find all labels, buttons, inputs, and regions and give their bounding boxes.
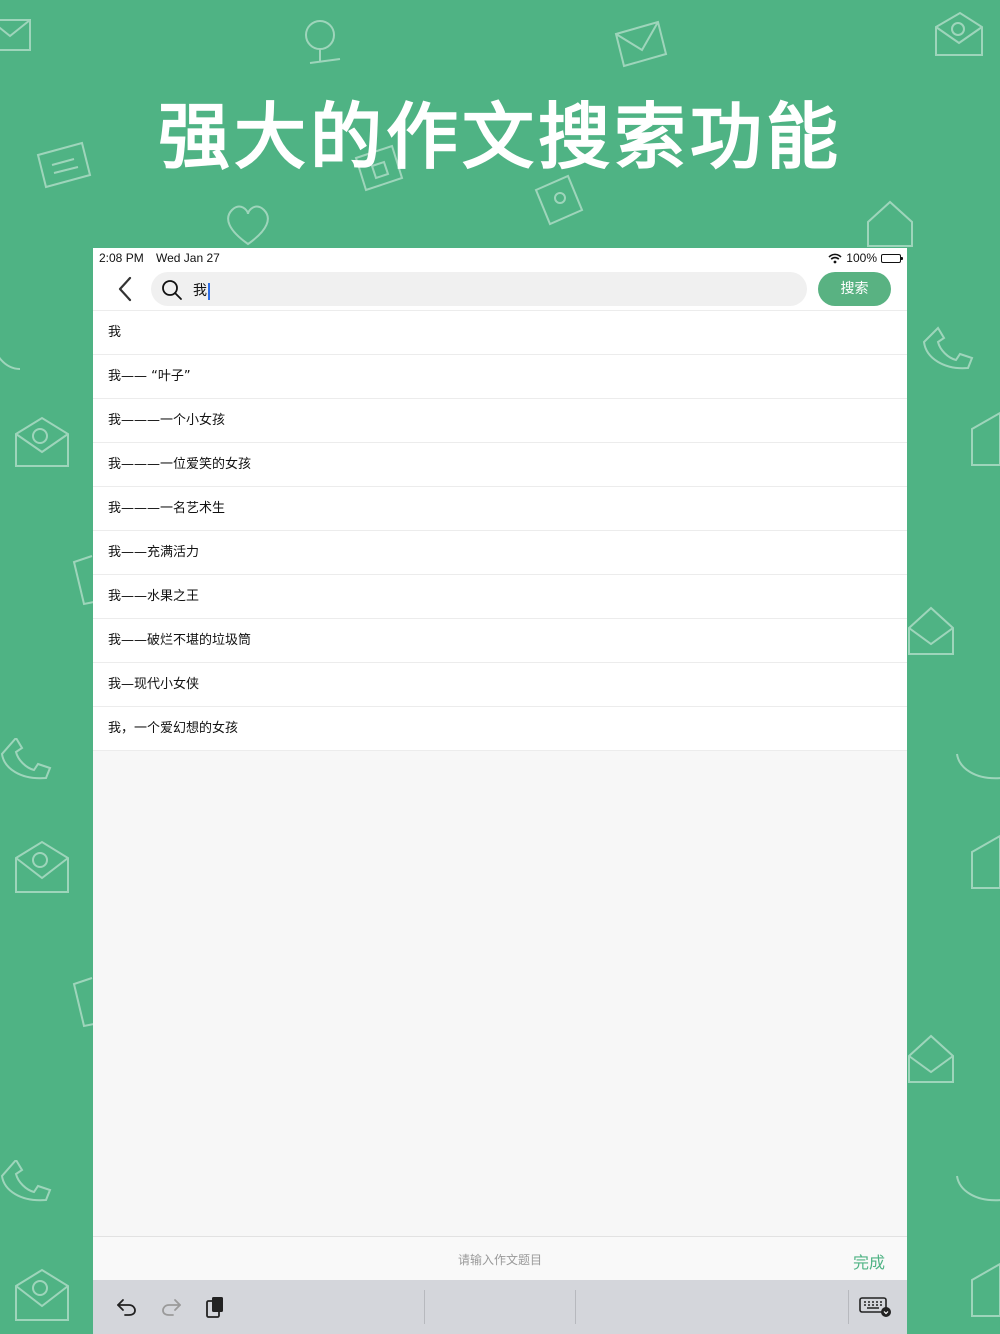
keyboard-accessory-bar: 请输入作文题目 完成 [93,1236,907,1281]
device-screen: 2:08 PM Wed Jan 27 100% 我 搜索 我我—— “叶子” 我… [93,248,907,1334]
promo-headline: 强大的作文搜索功能 [157,95,842,179]
mail-at-icon [15,416,69,467]
suggestion-item[interactable]: 我——水果之王 [93,574,907,618]
suggestion-item[interactable]: 我——破烂不堪的垃圾筒 [93,618,907,662]
suggestion-item[interactable]: 我———一位爱笑的女孩 [93,442,907,486]
redo-icon [162,1299,181,1316]
status-time: 2:08 PM [99,251,144,265]
status-date: Wed Jan 27 [156,251,220,265]
envelope-icon [0,19,31,51]
suggestion-item[interactable]: 我 [93,310,907,354]
suggestion-item[interactable]: 我—— “叶子” [93,354,907,398]
battery-icon [881,253,903,263]
heart-smile-icon [227,205,269,246]
envelope-icon [72,555,94,606]
wifi-icon [828,253,842,263]
clipboard-icon [206,1297,223,1318]
home-mail-icon [908,1034,954,1083]
redo-button[interactable] [157,1294,185,1320]
mail-at-icon [971,411,1000,466]
envelope-icon [614,20,668,68]
status-bar: 2:08 PM Wed Jan 27 100% [93,248,907,268]
text-caret [208,282,210,300]
home-mail-icon [867,200,913,247]
mail-at-icon [971,834,1000,889]
mail-at-icon [935,11,983,56]
search-input[interactable]: 我 [151,272,807,306]
phone-icon [0,356,21,370]
battery-percent: 100% [846,251,877,265]
phone-call-icon [956,753,1000,780]
divider [424,1290,425,1324]
undo-icon [117,1299,136,1316]
divider [848,1290,849,1324]
chevron-left-icon [118,276,132,302]
suggestion-item[interactable]: 我—现代小女侠 [93,662,907,706]
mail-at-icon [15,1268,69,1321]
phone-call-icon [0,738,52,780]
paste-button[interactable] [201,1294,229,1320]
phone-call-icon [922,326,974,370]
search-query[interactable]: 我 [193,280,210,300]
keyboard-shortcut-bar [93,1280,907,1334]
suggestion-list: 我我—— “叶子” 我———一个小女孩 我———一位爱笑的女孩 我———一名艺术生 我—… [93,310,907,751]
envelope-icon [72,977,94,1028]
mail-at-icon [15,840,69,893]
search-navbar: 我 搜索 [93,268,907,310]
mail-at-icon [971,1262,1000,1317]
accessory-placeholder: 请输入作文题目 [457,1253,542,1267]
status-right: 100% [828,251,903,265]
phone-call-icon [0,1160,52,1202]
hide-keyboard-button[interactable] [857,1294,895,1320]
search-icon [162,280,182,300]
undo-button[interactable] [113,1294,141,1320]
divider [575,1290,576,1324]
suggestion-item[interactable]: 我———一名艺术生 [93,486,907,530]
phone-call-icon [956,1175,1000,1202]
keyboard-icon [859,1297,891,1317]
done-button[interactable]: 完成 [853,1249,885,1273]
home-mail-icon [908,606,954,655]
location-pin-icon [305,20,341,64]
suggestion-item[interactable]: 我——充满活力 [93,530,907,574]
suggestion-item[interactable]: 我，一个爱幻想的女孩 [93,706,907,751]
back-button[interactable] [111,274,139,304]
suggestion-item[interactable]: 我———一个小女孩 [93,398,907,442]
search-button[interactable]: 搜索 [818,272,891,306]
